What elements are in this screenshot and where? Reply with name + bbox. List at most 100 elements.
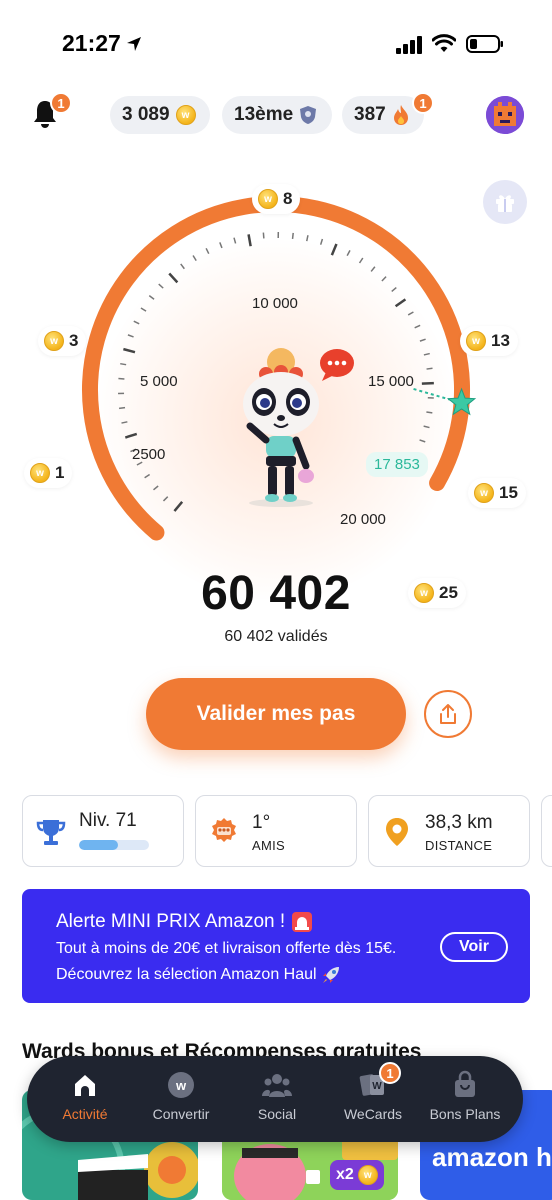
nav-label: WeCards [343,1106,403,1122]
coin-icon [357,1165,378,1185]
milestone-value: 13 [491,331,510,350]
nav-item-activity[interactable]: Activité [37,1070,133,1130]
nav-item-wecards[interactable]: W WeCards 1 [325,1062,421,1130]
wifi-icon [432,34,456,52]
gauge-tick [381,276,387,282]
gauge-tick [319,238,324,245]
promo-title: Alerte MINI PRIX Amazon ! [56,911,313,933]
promo-view-button[interactable]: Voir [440,932,508,962]
coin-icon [30,463,50,483]
wecards-badge: 1 [379,1062,401,1084]
gauge-tick [124,432,138,439]
coins-value: 3 089 [122,104,170,125]
gift-button[interactable] [483,180,527,224]
gift-icon [496,195,514,212]
gauge-tick [123,347,136,354]
flame-icon [393,105,408,125]
gauge-tick [419,338,426,342]
nav-item-convert[interactable]: w Convertir [133,1070,229,1130]
nav-item-social[interactable]: Social [229,1070,325,1130]
share-button[interactable] [424,690,472,738]
scale-label-20000: 20 000 [340,511,386,528]
validate-steps-button[interactable]: Valider mes pas [146,678,406,750]
streak-badge: 1 [412,92,434,114]
steps-total: 60 402 [201,567,351,620]
coin-icon [44,331,64,351]
avatar-pixel-icon [486,96,524,134]
milestone-8: 8 [252,184,301,214]
bag-icon [455,1070,475,1097]
gauge-tick [419,439,426,443]
coin-icon [474,483,494,503]
level-progress-bar [79,840,149,850]
location-pin-icon [386,818,408,846]
rank-pill[interactable]: 13ème [222,96,332,134]
distance-label: DISTANCE [425,838,493,853]
gauge-tick [358,257,364,264]
nav-item-deals[interactable]: Bons Plans [417,1070,513,1130]
friends-rank-label: AMIS [252,838,285,853]
milestone-1: 1 [24,458,73,488]
home-icon [75,1075,95,1096]
gauge-tick [162,496,169,502]
level-card[interactable]: Niv. 71 [22,795,184,867]
battery-icon [466,35,503,53]
promo-title-text: Alerte MINI PRIX Amazon ! [56,911,286,932]
milestone-value: 15 [499,483,518,502]
gauge-tick [407,311,414,316]
avatar[interactable] [486,96,524,134]
gauge-tick [426,411,433,414]
gauge-tick [423,352,430,356]
rocket-icon [322,967,339,983]
milestone-3: 3 [38,326,87,356]
gauge-tick [426,367,433,370]
gauge-tick [144,473,151,479]
shield-icon [300,106,317,124]
friends-rank-card[interactable]: 1° AMIS [195,795,357,867]
gauge-tick [158,283,164,289]
gauge-tick [219,242,223,249]
gauge-tick [247,234,252,247]
gauge-tick [291,232,294,239]
level-value: Niv. 71 [79,810,137,831]
gauge-tick [153,485,159,491]
distance-card[interactable]: 38,3 km DISTANCE [368,795,530,867]
gauge-tick [148,295,155,300]
gauge-tick [346,250,351,257]
nav-label: Social [257,1106,297,1122]
distance-value: 38,3 km [425,812,493,833]
gauge-tick [394,298,407,308]
location-arrow-icon [127,37,141,51]
gauge-tick [306,235,309,242]
scale-label-5000: 5 000 [140,373,178,390]
gauge-tick [330,243,338,256]
svg-text:W: W [372,1081,382,1092]
coin-icon [466,331,486,351]
gauge-tick [205,247,210,255]
gauge-tick [233,237,237,244]
coin-icon: w [168,1072,194,1098]
coins-pill[interactable]: 3 089 [110,96,210,134]
gauge-tick [192,255,197,262]
status-time: 21:27 [62,30,121,56]
milestone-15: 15 [468,478,526,508]
milestone-13: 13 [460,326,518,356]
milestone-value: 8 [283,189,293,208]
gauge-tick [127,334,134,338]
trophy-icon [36,820,66,845]
milestone-value: 3 [69,331,79,350]
more-stats-card[interactable] [541,795,552,867]
gauge-tick [140,307,147,312]
friends-rank-value: 1° [252,812,271,833]
share-icon [440,704,456,724]
nav-label: Activité [62,1106,108,1122]
amazon-promo-banner[interactable]: Alerte MINI PRIX Amazon ! Tout à moins d… [22,889,530,1003]
nav-label: Convertir [152,1106,210,1122]
gauge-tick [421,381,434,385]
coin-icon [175,105,196,125]
chat-bubble-icon[interactable] [318,348,356,382]
promo-line-2: Découvrez la sélection Amazon Haul [56,965,341,985]
gauge-tick [173,501,184,512]
gauge-tick [121,421,128,424]
gauge-tick [180,263,185,270]
